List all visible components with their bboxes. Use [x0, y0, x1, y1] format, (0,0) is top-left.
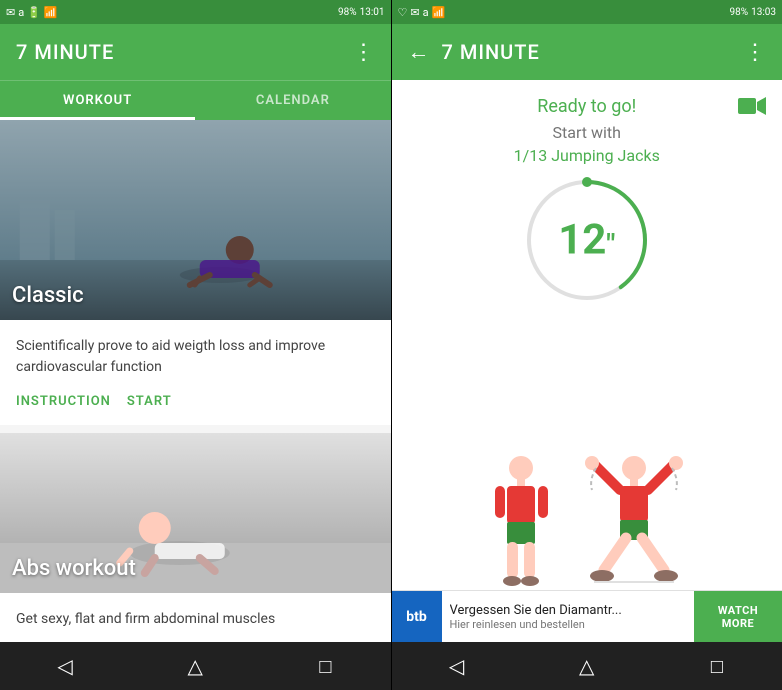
right-amzn-icon: a — [423, 6, 429, 19]
ad-text: Vergessen Sie den Diamantr... Hier reinl… — [442, 599, 695, 635]
right-home-button[interactable]: △ — [563, 642, 611, 690]
start-with-text: Start with — [553, 123, 621, 142]
workout-screen: Ready to go! Start with 1/13 Jumping Jac… — [392, 80, 782, 590]
right-wifi-icon: 📶 — [432, 6, 446, 19]
timer-dot — [582, 177, 592, 187]
abs-card-image: Abs workout — [0, 433, 391, 593]
battery-pct: 98% — [338, 7, 357, 18]
tab-workout[interactable]: WORKOUT — [0, 81, 195, 120]
left-app-bar: 7 MINUTE ⋮ — [0, 24, 391, 80]
abs-card-body: Get sexy, flat and firm abdominal muscle… — [0, 593, 391, 642]
right-back-button[interactable]: ◁ — [433, 642, 481, 690]
back-button[interactable]: ← — [408, 39, 430, 65]
right-fitness-icon: ♡ — [398, 6, 408, 19]
abs-card-desc: Get sexy, flat and firm abdominal muscle… — [16, 609, 375, 630]
ad-logo: btb — [392, 591, 442, 643]
exercise-text: 1/13 Jumping Jacks — [514, 146, 660, 165]
figure-standing — [489, 450, 554, 590]
right-app-bar: ← 7 MINUTE ⋮ — [392, 24, 782, 80]
amzn-icon: a — [18, 6, 24, 19]
start-button[interactable]: START — [127, 394, 172, 409]
tab-calendar[interactable]: CALENDAR — [195, 81, 390, 120]
exercise-illustration — [489, 321, 684, 590]
video-record-icon[interactable] — [738, 96, 766, 121]
battery-icon: 🔋 — [27, 6, 41, 19]
ready-text: Ready to go! — [537, 96, 636, 117]
right-recent-button[interactable]: □ — [693, 642, 741, 690]
left-menu-button[interactable]: ⋮ — [353, 40, 375, 65]
classic-card: Classic Scientifically prove to aid weig… — [0, 120, 391, 425]
left-app-title: 7 MINUTE — [16, 40, 114, 64]
right-battery-pct: 98% — [730, 7, 749, 18]
time-display: 13:01 — [360, 7, 385, 18]
right-nav-bar: ◁ △ □ — [392, 642, 782, 690]
classic-card-desc: Scientifically prove to aid weigth loss … — [16, 336, 375, 378]
right-msg-icon: ✉ — [410, 6, 419, 19]
right-menu-button[interactable]: ⋮ — [744, 40, 766, 65]
right-status-time: 98% 13:03 — [730, 7, 776, 18]
left-home-button[interactable]: △ — [171, 642, 219, 690]
workout-list[interactable]: Classic Scientifically prove to aid weig… — [0, 120, 391, 642]
right-app-bar-left: ← 7 MINUTE — [408, 39, 540, 65]
classic-card-actions: INSTRUCTION START — [16, 394, 375, 409]
right-app-title: 7 MINUTE — [442, 40, 540, 64]
wifi-icon: 📶 — [44, 6, 58, 19]
left-status-time: 98% 13:01 — [338, 7, 384, 18]
ad-title: Vergessen Sie den Diamantr... — [450, 603, 687, 618]
classic-card-body: Scientifically prove to aid weigth loss … — [0, 320, 391, 425]
classic-card-label: Classic — [12, 283, 84, 308]
right-status-icons: ♡ ✉ a 📶 — [398, 6, 446, 19]
abs-card: Abs workout Get sexy, flat and firm abdo… — [0, 433, 391, 642]
tab-bar: WORKOUT CALENDAR — [0, 80, 391, 120]
ad-cta-button[interactable]: WATCH MORE — [694, 591, 782, 642]
ad-banner: btb Vergessen Sie den Diamantr... Hier r… — [392, 590, 782, 642]
instruction-button[interactable]: INSTRUCTION — [16, 394, 111, 409]
left-nav-bar: ◁ △ □ — [0, 642, 391, 690]
left-recent-button[interactable]: □ — [301, 642, 349, 690]
left-status-icons: ✉ a 🔋 📶 — [6, 6, 58, 19]
left-status-bar: ✉ a 🔋 📶 98% 13:01 — [0, 0, 391, 24]
figure-jumping — [584, 450, 684, 590]
right-status-bar: ♡ ✉ a 📶 98% 13:03 — [392, 0, 782, 24]
timer-number: 12" — [558, 216, 615, 265]
left-panel: ✉ a 🔋 📶 98% 13:01 7 MINUTE ⋮ WORKOUT CAL… — [0, 0, 391, 690]
right-time-display: 13:03 — [751, 7, 776, 18]
abs-card-label: Abs workout — [12, 556, 136, 581]
msg-icon: ✉ — [6, 6, 15, 19]
classic-card-image: Classic — [0, 120, 391, 320]
ad-subtitle: Hier reinlesen und bestellen — [450, 618, 687, 631]
timer-container: 12" — [522, 175, 652, 305]
right-panel: ♡ ✉ a 📶 98% 13:03 ← 7 MINUTE ⋮ Ready to … — [392, 0, 782, 690]
left-back-button[interactable]: ◁ — [41, 642, 89, 690]
